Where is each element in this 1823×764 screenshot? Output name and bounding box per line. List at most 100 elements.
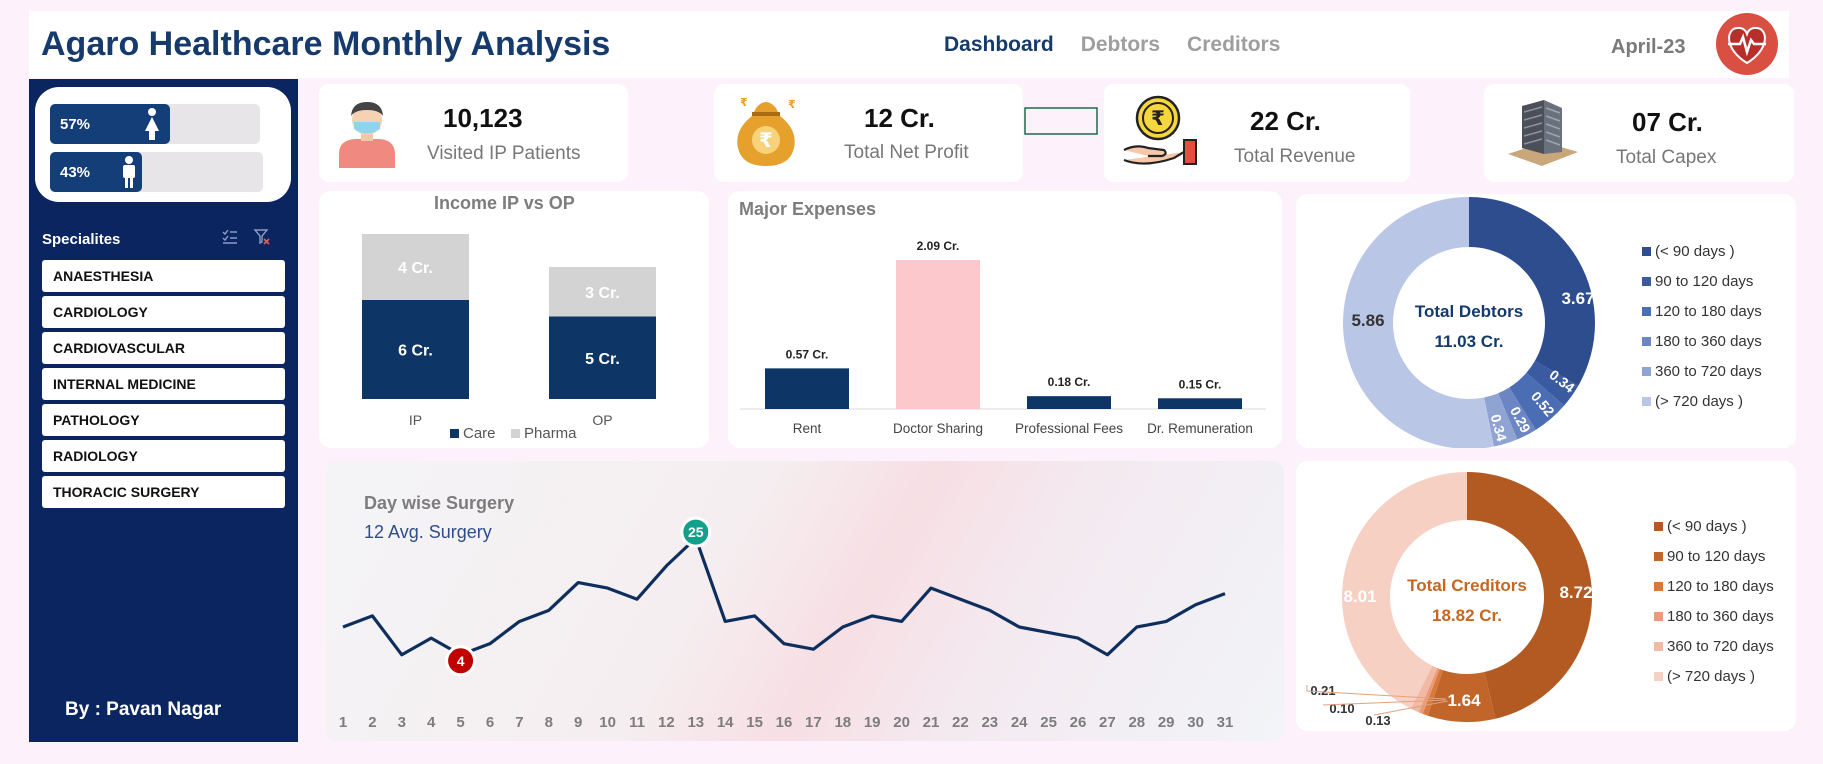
legend-item-360-to-720-days: 360 to 720 days bbox=[1642, 356, 1762, 386]
legend-swatch bbox=[1642, 366, 1651, 376]
speciality-item-internal-medicine[interactable]: INTERNAL MEDICINE bbox=[42, 368, 285, 400]
female-percent: 57% bbox=[60, 116, 91, 133]
legend-swatch-care bbox=[450, 429, 459, 438]
speciality-item-thoracic-surgery[interactable]: THORACIC SURGERY bbox=[42, 476, 285, 508]
clear-filter-icon[interactable] bbox=[253, 228, 271, 246]
gender-split-card: 57% 43% bbox=[35, 87, 291, 202]
x-tick-label: 14 bbox=[717, 714, 734, 731]
kpi-capex-card: 07 Cr. Total Capex bbox=[1484, 84, 1794, 182]
legend-swatch bbox=[1654, 671, 1663, 681]
legend-label: 120 to 180 days bbox=[1655, 302, 1762, 320]
legend-item-720-days: (> 720 days ) bbox=[1654, 661, 1774, 691]
x-tick-label: 25 bbox=[1040, 714, 1057, 731]
kpi-revenue-card: ₹ 22 Cr. Total Revenue bbox=[1104, 84, 1410, 182]
x-tick-label: IP bbox=[409, 412, 422, 428]
legend-swatch-pharma bbox=[511, 429, 520, 438]
kpi-revenue-value: 22 Cr. bbox=[1250, 106, 1321, 136]
bar-doctor-sharing bbox=[896, 260, 980, 409]
x-tick-label: 28 bbox=[1128, 714, 1145, 731]
income-stacked-bar-chart: 6 Cr. 4 Cr. IP 5 Cr. 3 Cr. OP Care Pharma bbox=[362, 234, 656, 442]
speciality-item-pathology[interactable]: PATHOLOGY bbox=[42, 404, 285, 436]
kpi-profit-card: ₹ ₹ ₹ 12 Cr. Total Net Profit bbox=[714, 84, 1023, 182]
x-tick-label: 26 bbox=[1070, 714, 1087, 731]
x-tick-label: Rent bbox=[793, 421, 822, 436]
kpi-patients-value: 10,123 bbox=[443, 103, 523, 133]
legend-swatch bbox=[1654, 551, 1663, 561]
legend-swatch bbox=[1654, 581, 1663, 591]
legend-label-pharma: Pharma bbox=[524, 425, 577, 442]
legend-item-90-days: (< 90 days ) bbox=[1654, 511, 1774, 541]
legend-swatch bbox=[1642, 306, 1651, 316]
bar-rent bbox=[765, 368, 849, 409]
donut-total: 11.03 Cr. bbox=[1434, 332, 1503, 351]
bar-label: 2.09 Cr. bbox=[917, 239, 960, 253]
nav-dashboard[interactable]: Dashboard bbox=[944, 33, 1054, 57]
legend-item-180-to-360-days: 180 to 360 days bbox=[1642, 326, 1762, 356]
x-tick-label: 13 bbox=[687, 714, 704, 731]
nav-creditors[interactable]: Creditors bbox=[1187, 33, 1280, 57]
kpi-capex-value: 07 Cr. bbox=[1632, 107, 1703, 137]
bar-label: 0.18 Cr. bbox=[1048, 375, 1091, 389]
creditors-chart-card: 8.72 1.64 0.13 0.10 0.21 8.01 Total Creditors 1… bbox=[1296, 461, 1796, 731]
bar-label: 6 Cr. bbox=[398, 343, 433, 360]
multi-select-icon[interactable] bbox=[221, 228, 239, 246]
legend-label: (> 720 days ) bbox=[1655, 392, 1743, 410]
income-chart-card: Income IP vs OP 6 Cr. 4 Cr. IP 5 Cr. 3 Cr. OP… bbox=[319, 191, 709, 448]
top-nav: Dashboard Debtors Creditors bbox=[944, 33, 1280, 57]
debtors-legend: (< 90 days ) 90 to 120 days 120 to 180 day… bbox=[1642, 236, 1762, 416]
x-tick-label: 31 bbox=[1217, 714, 1234, 731]
slice-label: 8.01 bbox=[1343, 587, 1376, 606]
bar-label: 0.57 Cr. bbox=[786, 347, 829, 361]
x-tick-label: 15 bbox=[746, 714, 763, 731]
legend-item-180-to-360-days: 180 to 360 days bbox=[1654, 601, 1774, 631]
legend-label: (> 720 days ) bbox=[1667, 667, 1755, 685]
svg-text:₹: ₹ bbox=[759, 130, 773, 152]
x-tick-label: 19 bbox=[864, 714, 881, 731]
sidebar: 57% 43% Specialites ANAESTHESIA CARDIOLO… bbox=[29, 79, 298, 742]
x-tick-label: 23 bbox=[981, 714, 998, 731]
legend-item-90-days: (< 90 days ) bbox=[1642, 236, 1762, 266]
legend-label: 90 to 120 days bbox=[1655, 272, 1754, 290]
speciality-item-anaesthesia[interactable]: ANAESTHESIA bbox=[42, 260, 285, 292]
page-title: Agaro Healthcare Monthly Analysis bbox=[41, 25, 611, 63]
x-tick-label: 18 bbox=[834, 714, 851, 731]
patient-icon bbox=[339, 102, 395, 168]
x-tick-label: 24 bbox=[1011, 714, 1028, 731]
x-tick-label: 10 bbox=[599, 714, 616, 731]
x-tick-label: 5 bbox=[456, 714, 464, 731]
slice-label: 5.86 bbox=[1351, 311, 1384, 330]
surgery-series-line bbox=[342, 536, 1226, 657]
legend-label: 180 to 360 days bbox=[1667, 607, 1774, 625]
slice-label: 1.64 bbox=[1447, 691, 1481, 710]
bar-label: 3 Cr. bbox=[585, 285, 620, 302]
expenses-bar-chart: 0.57 Cr. Rent 2.09 Cr. Doctor Sharing 0.18 C… bbox=[740, 239, 1266, 436]
nav-debtors[interactable]: Debtors bbox=[1081, 33, 1160, 57]
slice-label: 3.67 bbox=[1561, 289, 1594, 308]
donut-title: Total Creditors bbox=[1407, 576, 1527, 595]
x-tick-label: 16 bbox=[776, 714, 793, 731]
heart-logo-icon bbox=[1716, 13, 1778, 75]
donut-title: Total Debtors bbox=[1415, 302, 1523, 321]
speciality-item-radiology[interactable]: RADIOLOGY bbox=[42, 440, 285, 472]
legend-item-120-to-180-days: 120 to 180 days bbox=[1654, 571, 1774, 601]
legend-swatch bbox=[1642, 396, 1651, 406]
legend-swatch bbox=[1654, 641, 1663, 651]
legend-label: 180 to 360 days bbox=[1655, 332, 1762, 350]
legend-label: (< 90 days ) bbox=[1667, 517, 1747, 535]
female-icon bbox=[145, 108, 159, 140]
male-icon bbox=[123, 156, 135, 188]
kpi-patients-card: 10,123 Visited IP Patients bbox=[319, 84, 628, 182]
speciality-item-cardiovascular[interactable]: CARDIOVASCULAR bbox=[42, 332, 285, 364]
selection-box bbox=[1024, 107, 1098, 135]
legend-swatch bbox=[1642, 246, 1651, 256]
male-percent: 43% bbox=[60, 164, 91, 181]
bar-label: 0.15 Cr. bbox=[1179, 377, 1222, 391]
x-tick-label: 30 bbox=[1187, 714, 1204, 731]
x-tick-label: 3 bbox=[398, 714, 406, 731]
expenses-chart-card: Major Expenses 0.57 Cr. Rent 2.09 Cr. Docto… bbox=[728, 191, 1282, 448]
specialities-slicer: ANAESTHESIA CARDIOLOGY CARDIOVASCULAR IN… bbox=[42, 260, 285, 512]
speciality-item-cardiology[interactable]: CARDIOLOGY bbox=[42, 296, 285, 328]
kpi-patients-label: Visited IP Patients bbox=[427, 143, 581, 164]
legend-item-90-to-120-days: 90 to 120 days bbox=[1654, 541, 1774, 571]
x-tick-label: 1 bbox=[339, 714, 347, 731]
